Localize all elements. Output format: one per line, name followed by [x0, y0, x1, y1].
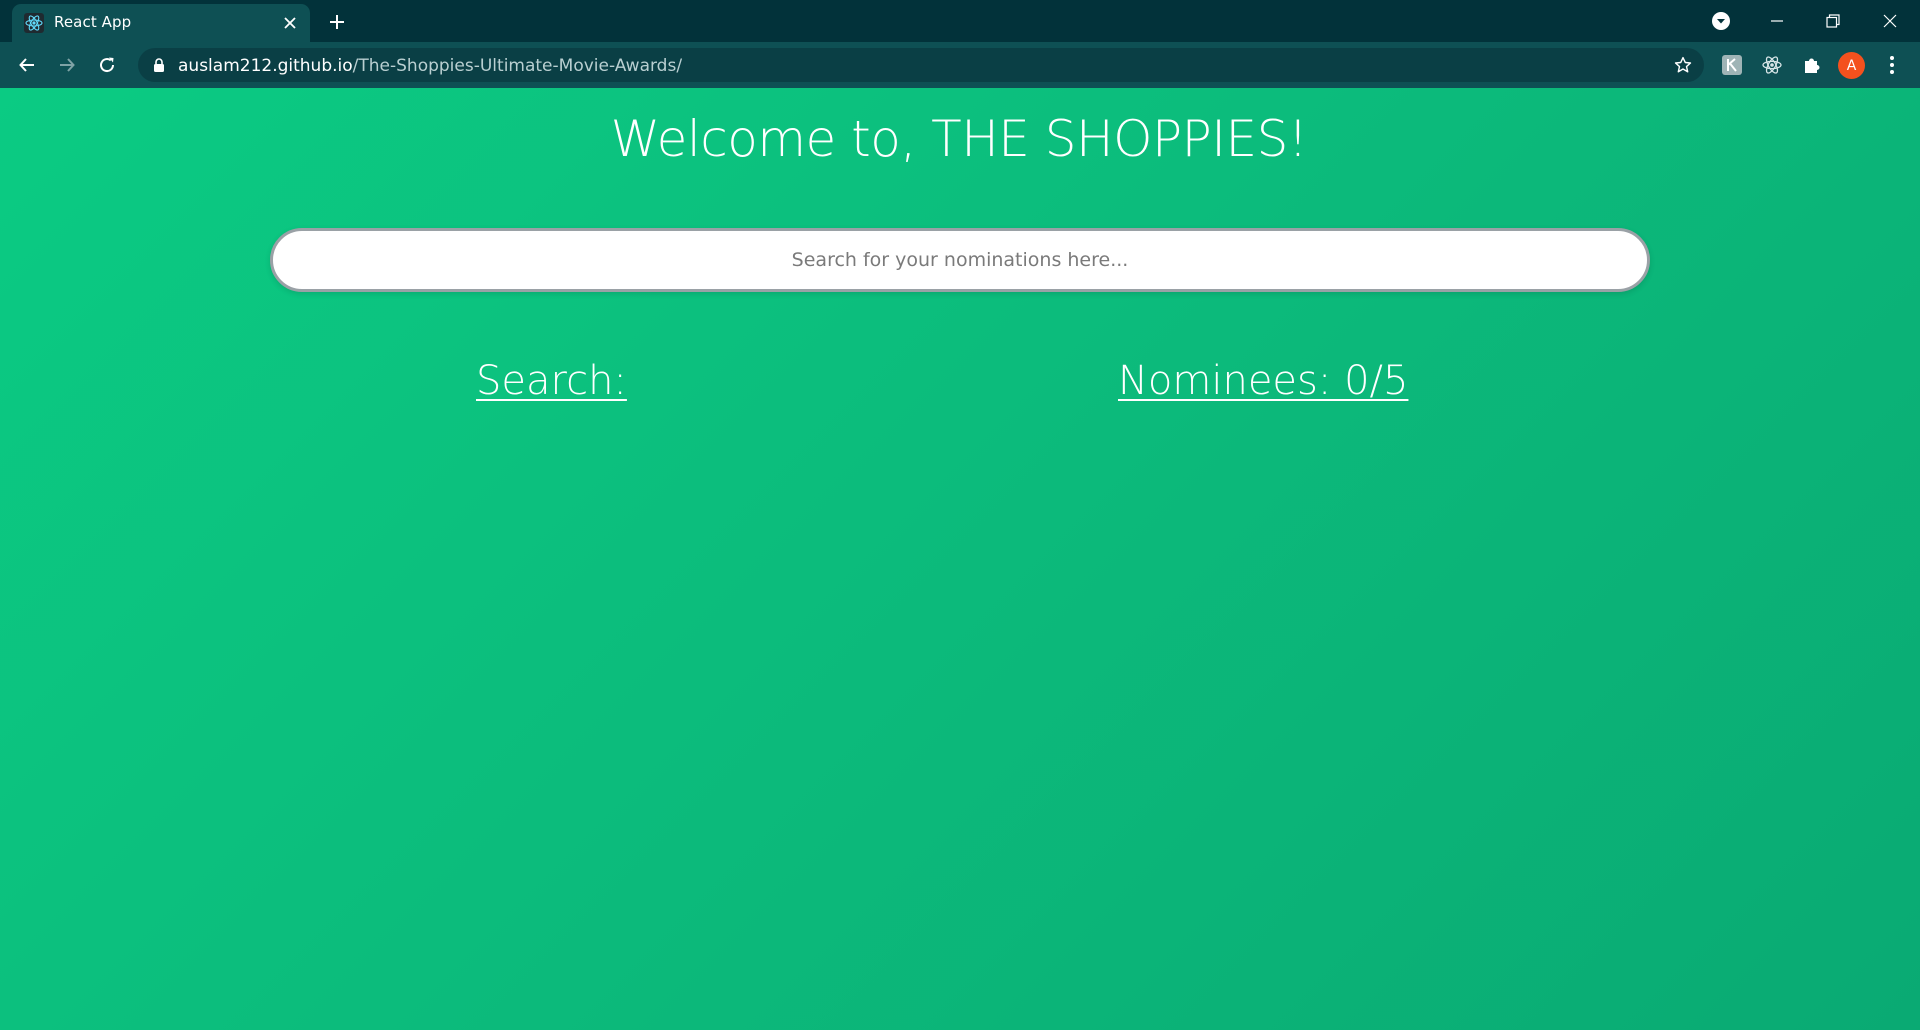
minimize-icon[interactable] — [1764, 8, 1790, 34]
nominees-heading: Nominees: 0/5 — [1118, 358, 1409, 404]
react-icon — [24, 13, 44, 33]
search-input[interactable] — [273, 231, 1647, 289]
puzzle-icon[interactable] — [1798, 51, 1826, 79]
kebab-menu-icon[interactable] — [1878, 51, 1906, 79]
close-icon[interactable] — [280, 13, 300, 33]
browser-titlebar: React App — [0, 0, 1920, 42]
forward-arrow-icon[interactable] — [52, 50, 82, 80]
dropdown-icon[interactable] — [1708, 8, 1734, 34]
browser-tab[interactable]: React App — [12, 4, 310, 42]
restore-icon[interactable] — [1820, 8, 1846, 34]
url-path: /The-Shoppies-Ultimate-Movie-Awards/ — [352, 56, 683, 76]
react-devtools-icon[interactable] — [1758, 51, 1786, 79]
search-results-heading: Search: — [476, 358, 627, 404]
page-title: Welcome to, THE SHOPPIES! — [610, 110, 1308, 168]
reload-icon[interactable] — [92, 50, 122, 80]
close-icon[interactable] — [1877, 8, 1903, 34]
star-icon[interactable] — [1672, 54, 1694, 76]
lock-icon[interactable] — [150, 56, 168, 74]
plus-icon[interactable] — [324, 9, 350, 35]
url-text[interactable]: auslam212.github.io/The-Shoppies-Ultimat… — [178, 56, 682, 76]
extension-k-icon[interactable] — [1718, 51, 1746, 79]
address-bar[interactable]: auslam212.github.io/The-Shoppies-Ultimat… — [138, 48, 1704, 82]
page-body: Welcome to, THE SHOPPIES! Search: Nomine… — [0, 88, 1920, 1030]
browser-toolbar: auslam212.github.io/The-Shoppies-Ultimat… — [0, 42, 1920, 88]
tab-title: React App — [54, 13, 132, 31]
search-box[interactable] — [270, 228, 1650, 292]
avatar[interactable]: A — [1838, 52, 1865, 79]
back-arrow-icon[interactable] — [12, 50, 42, 80]
url-domain: auslam212.github.io — [178, 56, 353, 76]
